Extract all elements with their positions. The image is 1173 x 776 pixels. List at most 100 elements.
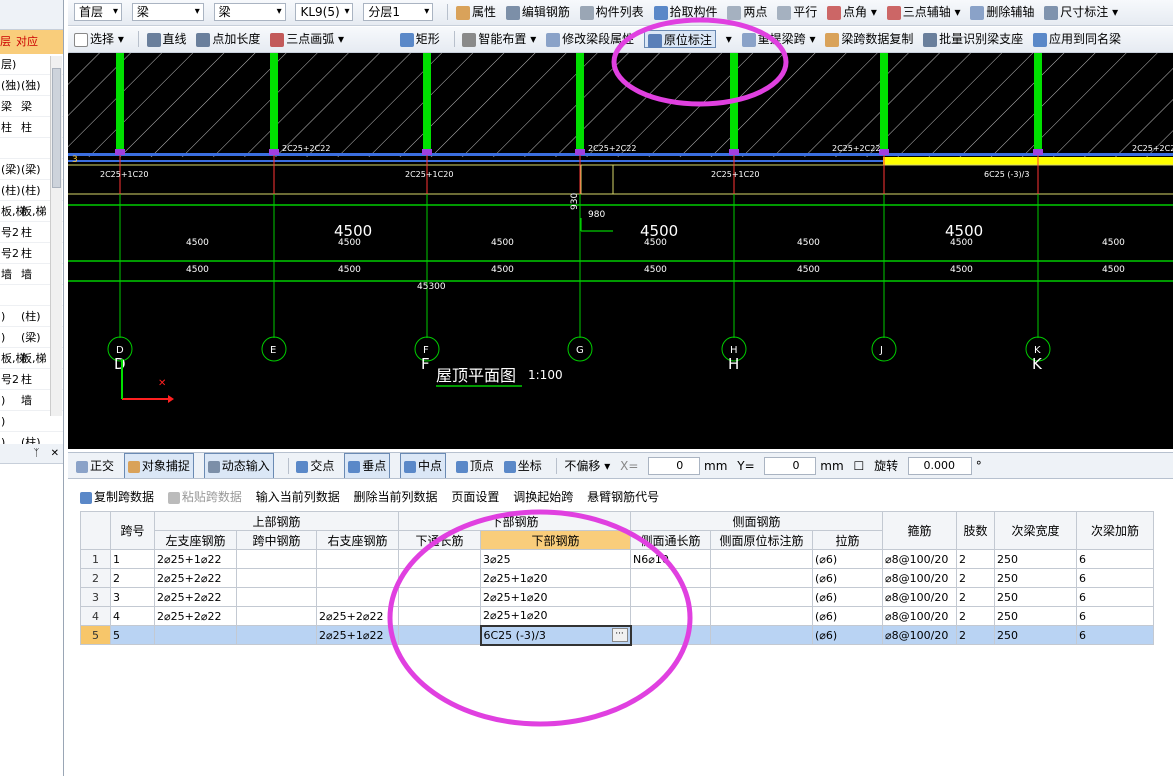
x-input[interactable]: 0	[648, 457, 701, 475]
right-support-cell[interactable]: 2⌀25+2⌀22	[316, 606, 399, 626]
span-data-copy-button[interactable]: 梁跨数据复制	[825, 30, 913, 48]
modify-beam-segment-button[interactable]: 修改梁段属性	[546, 30, 634, 48]
dimension-button[interactable]: 尺寸标注 ▾	[1044, 3, 1118, 21]
span-no-cell[interactable]: 1	[110, 549, 155, 569]
tie-cell[interactable]: (⌀6)	[812, 625, 883, 645]
secondary-add-cell[interactable]: 6	[1076, 587, 1154, 607]
y-input[interactable]: 0	[764, 457, 817, 475]
bottom-rebar-cell[interactable]: 2⌀25+1⌀20	[480, 606, 631, 626]
page-setup-button[interactable]: 页面设置	[451, 486, 499, 508]
mid-span-cell[interactable]	[236, 549, 317, 569]
legs-cell[interactable]: 2	[956, 587, 995, 607]
secondary-width-cell[interactable]: 250	[994, 568, 1077, 588]
side-through-cell[interactable]	[630, 606, 711, 626]
in-situ-annotation-button[interactable]: 原位标注	[643, 30, 716, 48]
stirrup-cell[interactable]: ⌀8@100/20	[882, 625, 957, 645]
stirrup-cell[interactable]: ⌀8@100/20	[882, 587, 957, 607]
left-header-map[interactable]: 对应	[16, 30, 38, 54]
side-original-cell[interactable]	[710, 587, 813, 607]
member-select[interactable]: KL9(5)	[295, 3, 354, 21]
edit-rebar-button[interactable]: 编辑钢筋	[505, 3, 570, 21]
legs-cell[interactable]: 2	[956, 606, 995, 626]
left-support-cell[interactable]: 2⌀25+1⌀22	[154, 549, 237, 569]
offset-mode-select[interactable]: 不偏移 ▾	[564, 454, 610, 478]
vertex-toggle[interactable]: 顶点	[455, 454, 494, 478]
column[interactable]	[116, 53, 124, 153]
floor-select[interactable]: 首层	[74, 3, 122, 21]
right-support-cell[interactable]	[316, 549, 399, 569]
batch-identify-support-button[interactable]: 批量识别梁支座	[923, 30, 1023, 48]
two-point-button[interactable]: 两点	[727, 3, 767, 21]
ellipsis-button[interactable]: ···	[611, 627, 628, 642]
right-support-cell[interactable]	[316, 587, 399, 607]
selected-beam-span[interactable]	[883, 157, 1173, 165]
annotation-dropdown[interactable]: ▾	[726, 30, 732, 48]
pick-member-button[interactable]: 拾取构件	[653, 3, 718, 21]
row-number[interactable]: 5	[80, 625, 111, 645]
column[interactable]	[270, 53, 278, 153]
span-no-cell[interactable]: 2	[110, 568, 155, 588]
col-tie[interactable]: 拉筋	[812, 530, 883, 550]
side-original-cell[interactable]	[710, 625, 813, 645]
span-no-cell[interactable]: 3	[110, 587, 155, 607]
col-right-support[interactable]: 右支座钢筋	[316, 530, 399, 550]
type-select[interactable]: 梁	[213, 3, 286, 21]
bottom-rebar-cell[interactable]: 2⌀25+1⌀20	[480, 568, 631, 588]
axis-bubble[interactable]	[871, 336, 897, 362]
row-number[interactable]: 1	[80, 549, 111, 569]
tie-cell[interactable]: (⌀6)	[812, 568, 883, 588]
side-through-cell[interactable]	[630, 568, 711, 588]
input-column-data-button[interactable]: 输入当前列数据	[256, 486, 340, 508]
left-scroll-thumb[interactable]	[52, 68, 61, 188]
point-angle-button[interactable]: 点角 ▾	[827, 3, 877, 21]
secondary-width-cell[interactable]: 250	[994, 587, 1077, 607]
stirrup-cell[interactable]: ⌀8@100/20	[882, 606, 957, 626]
span-no-cell[interactable]: 4	[110, 606, 155, 626]
bottom-rebar-cell[interactable]: 6C25 (-3)/3 ···	[479, 624, 632, 646]
column[interactable]	[1034, 53, 1042, 153]
side-original-cell[interactable]	[710, 568, 813, 588]
row-number[interactable]: 4	[80, 606, 111, 626]
side-original-cell[interactable]	[710, 549, 813, 569]
close-icon[interactable]: ✕	[51, 448, 59, 459]
side-through-cell[interactable]	[630, 625, 711, 645]
ortho-toggle[interactable]: 正交	[76, 454, 114, 478]
intersection-toggle[interactable]: 交点	[296, 454, 334, 478]
secondary-width-cell[interactable]: 250	[994, 549, 1077, 569]
pin-icon[interactable]: ᛉ	[33, 448, 39, 459]
col-stirrup[interactable]: 箍筋	[882, 511, 957, 550]
layer-select[interactable]: 分层1	[363, 3, 434, 21]
mid-span-cell[interactable]	[236, 606, 317, 626]
rotate-input[interactable]: 0.000	[907, 457, 972, 475]
mid-span-cell[interactable]	[236, 625, 317, 645]
dynamic-input-toggle[interactable]: 动态输入	[203, 453, 274, 478]
column[interactable]	[730, 53, 738, 153]
table-row[interactable]: 2 2 2⌀25+2⌀22 2⌀25+1⌀20 (⌀6) ⌀8@100/20 2 250 6	[80, 568, 1154, 588]
midpoint-toggle[interactable]: 中点	[400, 453, 447, 478]
secondary-add-cell[interactable]: 6	[1076, 625, 1154, 645]
tie-cell[interactable]: (⌀6)	[812, 606, 883, 626]
select-button[interactable]: 选择 ▾	[74, 30, 124, 48]
line-button[interactable]: 直线	[146, 30, 187, 48]
col-left-support[interactable]: 左支座钢筋	[154, 530, 237, 550]
right-support-cell[interactable]: 2⌀25+1⌀22	[316, 625, 399, 645]
side-through-cell[interactable]	[630, 587, 711, 607]
paste-span-data-button[interactable]: 粘贴跨数据	[167, 486, 242, 508]
col-span-no[interactable]: 跨号	[110, 511, 155, 550]
col-bottom-through[interactable]: 下通长筋	[398, 530, 481, 550]
bottom-rebar-cell[interactable]: 2⌀25+1⌀20	[480, 587, 631, 607]
object-snap-toggle[interactable]: 对象捕捉	[123, 453, 194, 478]
left-support-cell[interactable]	[154, 625, 237, 645]
left-support-cell[interactable]: 2⌀25+2⌀22	[154, 568, 237, 588]
side-original-cell[interactable]	[710, 606, 813, 626]
col-side-original[interactable]: 侧面原位标注筋	[710, 530, 813, 550]
category-select[interactable]: 梁	[131, 3, 204, 21]
mid-span-cell[interactable]	[236, 587, 317, 607]
table-row[interactable]: 3 3 2⌀25+2⌀22 2⌀25+1⌀20 (⌀6) ⌀8@100/20 2 250 6	[80, 587, 1154, 607]
table-row[interactable]: 4 4 2⌀25+2⌀22 2⌀25+2⌀22 2⌀25+1⌀20 (⌀6) ⌀8@100/…	[80, 606, 1154, 626]
secondary-add-cell[interactable]: 6	[1076, 568, 1154, 588]
tie-cell[interactable]: (⌀6)	[812, 549, 883, 569]
bottom-through-cell[interactable]	[398, 587, 481, 607]
point-length-button[interactable]: 点加长度	[196, 30, 260, 48]
stirrup-cell[interactable]: ⌀8@100/20	[882, 549, 957, 569]
